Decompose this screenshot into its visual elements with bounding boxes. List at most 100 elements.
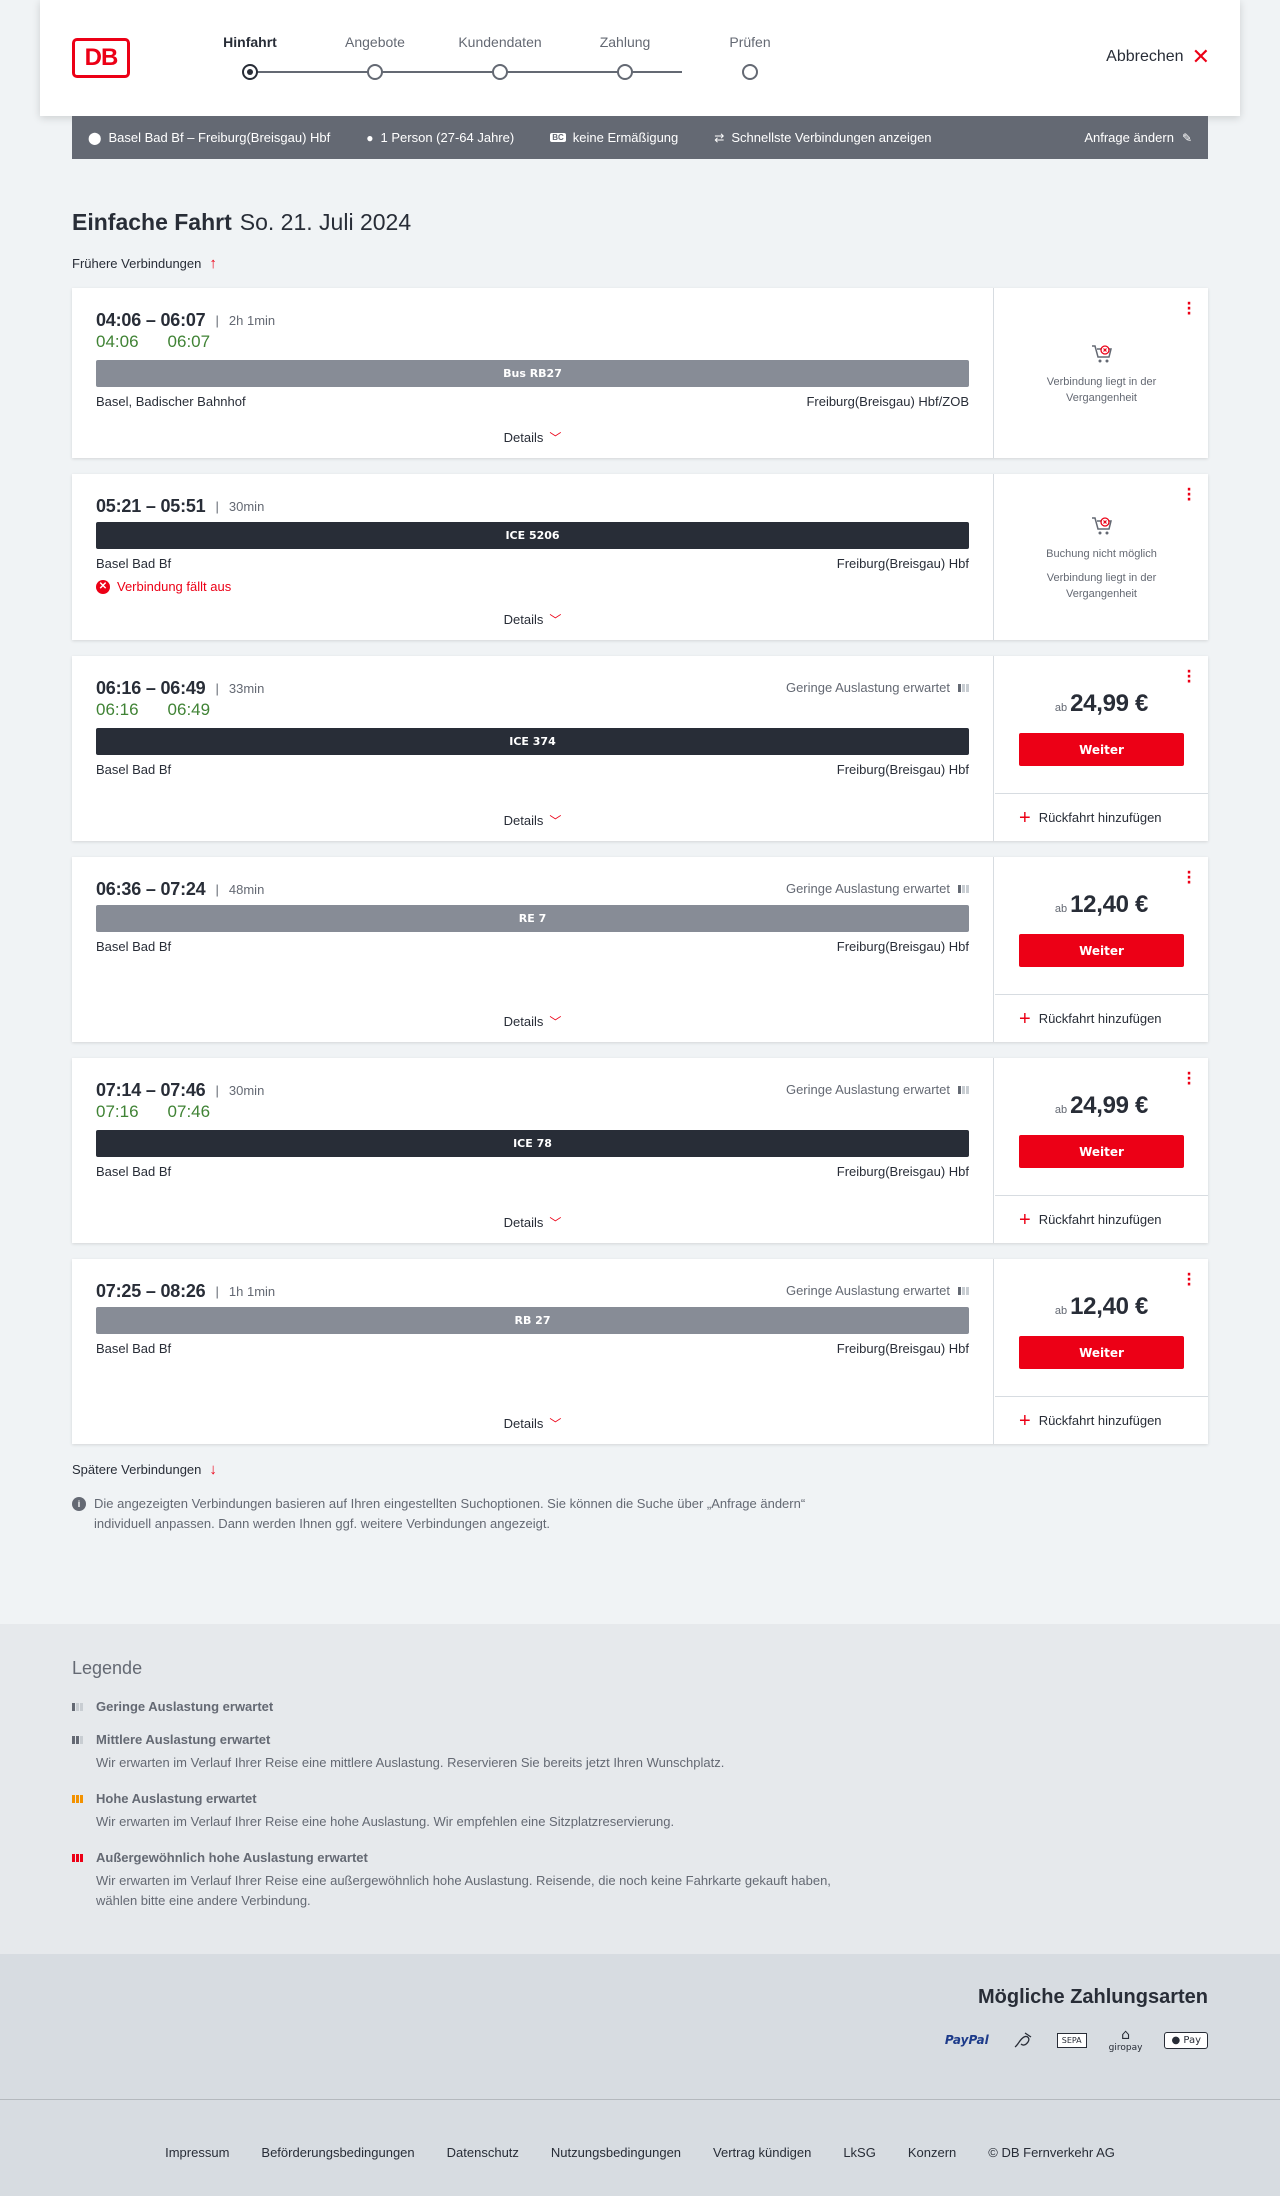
giropay-icon: ⌂ giropay [1109, 2027, 1143, 2053]
details-toggle[interactable]: Details ﹀ [72, 1013, 993, 1030]
cancel-button[interactable]: Abbrechen ✕ [1106, 46, 1210, 68]
info-note: i Die angezeigten Verbindungen basieren … [72, 1494, 852, 1534]
apple-icon: ● [1171, 2034, 1181, 2046]
connection-card: 07:25 – 08:26 | 1h 1min Geringe Auslastu… [72, 1259, 1208, 1444]
separator: | [215, 1083, 219, 1098]
connection-card: 06:16 – 06:49 | 33min Geringe Auslastung… [72, 656, 1208, 841]
details-toggle[interactable]: Details ﹀ [72, 1415, 993, 1432]
cart-blocked-icon [1091, 517, 1112, 535]
more-options-icon[interactable]: · · · [1186, 297, 1192, 321]
details-toggle[interactable]: Details ﹀ [72, 1214, 993, 1231]
details-label: Details [503, 430, 544, 445]
connection-list: 04:06 – 06:07 | 2h 1min 04:06 06:07 Bus … [72, 272, 1208, 1478]
search-discount: BC keine Ermäßigung [550, 130, 678, 145]
past-note: Verbindung liegt in der Vergangenheit [1046, 572, 1157, 600]
more-options-icon[interactable]: · · · [1186, 1067, 1192, 1091]
footer-link-befoerderungsbedingungen[interactable]: Beförderungsbedingungen [261, 2145, 414, 2160]
step-label: Hinfahrt [223, 34, 277, 50]
booking-panel: · · · ab 12,40 € Weiter + Rückfahrt hinzufü… [995, 1259, 1208, 1444]
later-label: Spätere Verbindungen [72, 1462, 202, 1477]
more-options-icon[interactable]: · · · [1186, 483, 1192, 507]
price-prefix: ab [1054, 903, 1068, 915]
connection-info: 06:36 – 07:24 | 48min Geringe Auslastung… [72, 857, 994, 1042]
chevron-down-icon: ﹀ [549, 613, 562, 627]
add-return-button[interactable]: + Rückfahrt hinzufügen [1019, 1208, 1162, 1231]
separator: | [215, 681, 219, 696]
add-return-button[interactable]: + Rückfahrt hinzufügen [1019, 1409, 1162, 1432]
add-return-label: Rückfahrt hinzufügen [1038, 1413, 1162, 1428]
footer-link-konzern[interactable]: Konzern [908, 2145, 956, 2160]
details-toggle[interactable]: Details ﹀ [72, 812, 993, 829]
booking-note: Buchung nicht möglich [1046, 548, 1157, 560]
header-card: DB Hinfahrt Angebote Kundendaten Zahlung… [40, 0, 1240, 116]
price: ab 12,40 € [995, 1293, 1208, 1321]
price: ab 24,99 € [995, 1092, 1208, 1120]
footer-link-lksg[interactable]: LkSG [843, 2145, 876, 2160]
price-area: · · · ab 24,99 € Weiter [995, 1058, 1208, 1196]
earlier-connections-link[interactable]: Frühere Verbindungen ↑ [72, 254, 1208, 272]
occupancy-text: Geringe Auslastung erwartet [785, 881, 950, 896]
planned-times: 06:36 – 07:24 [96, 879, 206, 899]
plus-icon: + [1019, 1409, 1031, 1432]
add-return-label: Rückfahrt hinzufügen [1038, 1011, 1162, 1026]
continue-button[interactable]: Weiter [1019, 733, 1184, 766]
footer-link-impressum[interactable]: Impressum [165, 2145, 229, 2160]
add-return-button[interactable]: + Rückfahrt hinzufügen [1019, 1009, 1162, 1029]
step-pruefen: Prüfen [700, 34, 800, 80]
more-options-icon[interactable]: · · · [1186, 1268, 1192, 1292]
results-main: Einfache Fahrt So. 21. Juli 2024 Frühere … [72, 159, 1208, 1534]
later-connections-link[interactable]: Spätere Verbindungen ↓ [72, 1461, 217, 1478]
continue-button[interactable]: Weiter [1019, 1135, 1184, 1168]
payment-icons: PayPal SEPA ⌂ giropay ● Pay [945, 2027, 1208, 2053]
continue-button[interactable]: Weiter [1019, 934, 1184, 967]
close-icon: ✕ [1191, 44, 1210, 69]
footer-link-datenschutz[interactable]: Datenschutz [447, 2145, 519, 2160]
connection-card: 04:06 – 06:07 | 2h 1min 04:06 06:07 Bus … [72, 288, 1208, 458]
db-logo[interactable]: DB [72, 38, 130, 78]
planned-times: 04:06 – 06:07 [96, 310, 206, 330]
continue-button[interactable]: Weiter [1019, 1336, 1184, 1369]
location-pin-icon: ⬤ [88, 130, 102, 145]
step-zahlung: Zahlung [575, 34, 675, 80]
booking-panel: · · · ab 24,99 € Weiter + Rückfahrt hinzufü… [995, 1058, 1208, 1243]
header: DB Hinfahrt Angebote Kundendaten Zahlung… [0, 0, 1280, 116]
connection-times: 06:36 – 07:24 | 48min [96, 879, 264, 900]
stations: Basel Bad Bf Freiburg(Breisgau) Hbf [96, 939, 969, 954]
chevron-down-icon: ﹀ [549, 1216, 562, 1230]
plus-icon: + [1019, 1208, 1031, 1231]
details-label: Details [503, 1215, 544, 1230]
from-station: Basel Bad Bf [96, 1341, 172, 1356]
more-options-icon[interactable]: · · · [1186, 665, 1192, 689]
realtime-departure: 06:16 [96, 700, 139, 719]
step-dot [617, 64, 633, 80]
stations: Basel Bad Bf Freiburg(Breisgau) Hbf [96, 556, 969, 571]
change-request-button[interactable]: Anfrage ändern ✎ [1084, 130, 1192, 145]
more-options-icon[interactable]: · · · [1186, 866, 1192, 890]
add-return-label: Rückfahrt hinzufügen [1038, 1212, 1162, 1227]
cart-blocked-icon [1091, 345, 1112, 363]
route-text: Basel Bad Bf – Freiburg(Breisgau) Hbf [108, 130, 331, 145]
train-bar: Bus RB27 [96, 360, 969, 387]
train-bar: ICE 78 [96, 1130, 969, 1157]
train-bar: RE 7 [96, 905, 969, 932]
planned-times: 06:16 – 06:49 [96, 678, 206, 698]
duration: 1h 1min [228, 1284, 276, 1299]
duration: 33min [228, 681, 265, 696]
details-label: Details [503, 612, 544, 627]
details-label: Details [503, 1416, 544, 1431]
chevron-down-icon: ﹀ [549, 431, 562, 445]
details-toggle[interactable]: Details ﹀ [72, 611, 993, 628]
occupancy-low-icon [72, 1702, 88, 1711]
to-station: Freiburg(Breisgau) Hbf [836, 1164, 969, 1179]
occupancy-low-icon [958, 1085, 969, 1094]
train-bar: ICE 5206 [96, 522, 969, 549]
from-station: Basel Bad Bf [96, 762, 172, 777]
footer-link-nutzungsbedingungen[interactable]: Nutzungsbedingungen [551, 2145, 681, 2160]
footer-link-vertrag-kuendigen[interactable]: Vertrag kündigen [713, 2145, 811, 2160]
to-station: Freiburg(Breisgau) Hbf [836, 762, 969, 777]
add-return-button[interactable]: + Rückfahrt hinzufügen [1019, 808, 1162, 828]
step-hinfahrt: Hinfahrt [200, 34, 300, 80]
trip-date: So. 21. Juli 2024 [239, 209, 412, 235]
chevron-down-icon: ﹀ [549, 814, 562, 828]
details-toggle[interactable]: Details ﹀ [72, 429, 993, 446]
